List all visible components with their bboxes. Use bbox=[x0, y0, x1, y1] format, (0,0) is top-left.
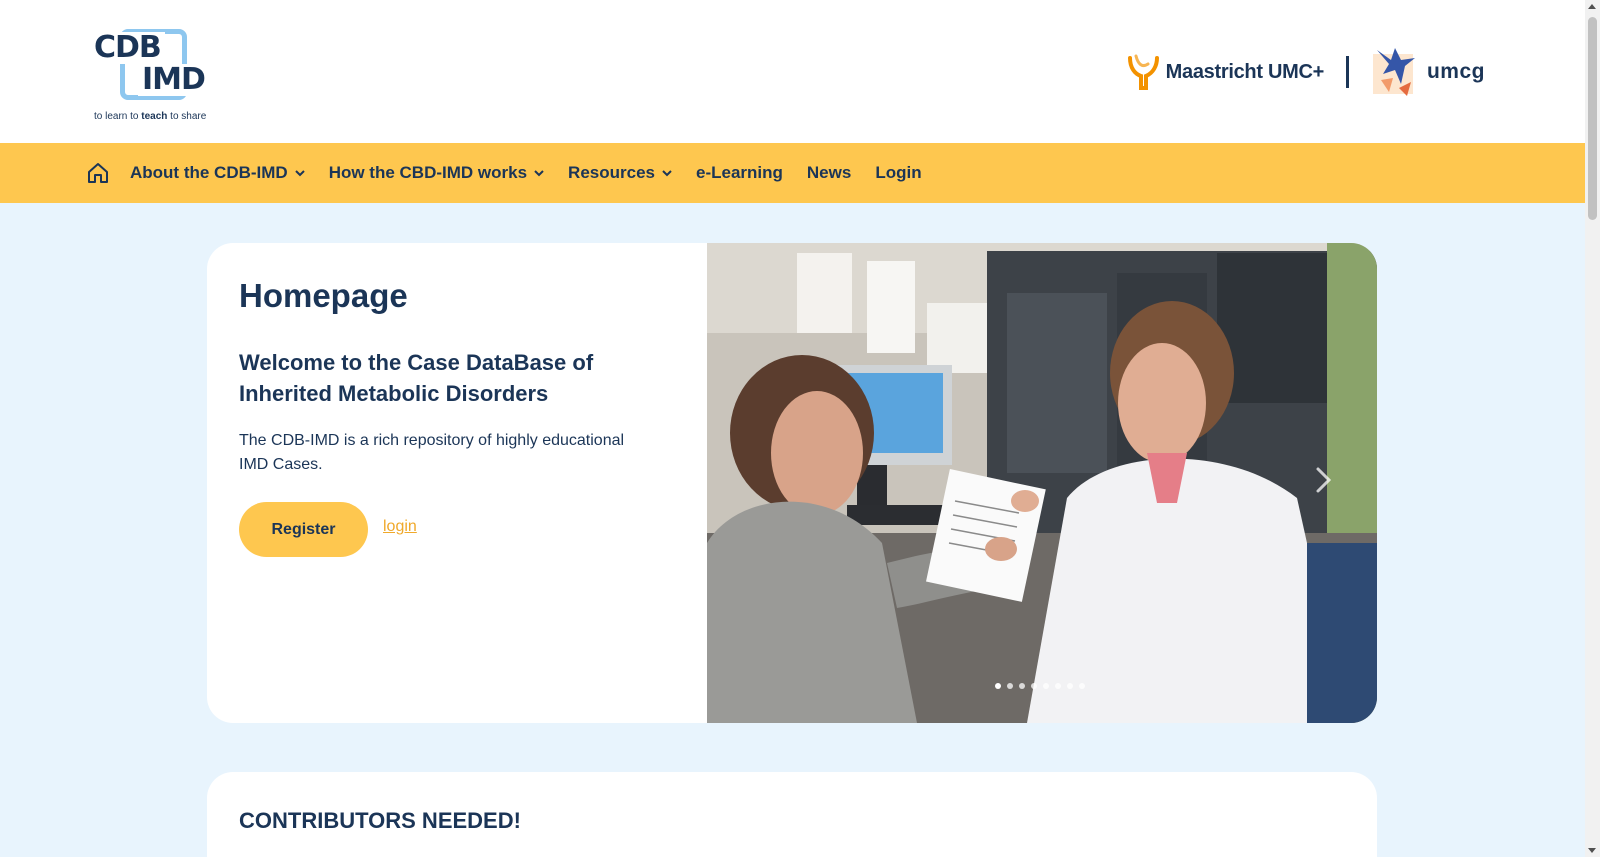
cdb-imd-logo[interactable]: CDB IMD to learn to teach to share bbox=[94, 28, 224, 124]
logo-tagline: to learn to teach to share bbox=[94, 111, 207, 122]
carousel-indicator[interactable] bbox=[1067, 683, 1073, 689]
maastricht-umc-label: Maastricht UMC+ bbox=[1165, 60, 1325, 83]
chevron-right-icon bbox=[1316, 467, 1332, 493]
contributors-heading: CONTRIBUTORS NEEDED! bbox=[239, 808, 521, 833]
login-link[interactable]: login bbox=[383, 518, 417, 536]
carousel-next-button[interactable] bbox=[1311, 465, 1335, 495]
chevron-down-icon bbox=[662, 168, 672, 178]
scroll-up-arrow-icon[interactable] bbox=[1588, 4, 1596, 9]
umcg-label: umcg bbox=[1426, 60, 1485, 83]
nav-how-it-works[interactable]: How the CBD-IMD works bbox=[329, 163, 544, 183]
image-carousel[interactable] bbox=[707, 243, 1377, 723]
home-icon bbox=[88, 163, 108, 183]
hero-description: The CDB-IMD is a rich repository of high… bbox=[239, 432, 625, 473]
scroll-down-arrow-icon[interactable] bbox=[1588, 848, 1596, 853]
carousel-indicator[interactable] bbox=[1055, 683, 1061, 689]
carousel-indicator[interactable] bbox=[1043, 683, 1049, 689]
page-title: Homepage bbox=[239, 277, 408, 314]
nav-news[interactable]: News bbox=[807, 163, 851, 183]
main-navigation: About the CDB-IMD How the CBD-IMD works … bbox=[0, 143, 1585, 203]
chevron-down-icon bbox=[534, 168, 544, 178]
carousel-photo bbox=[707, 243, 1377, 723]
carousel-indicator[interactable] bbox=[1007, 683, 1013, 689]
logo-text-imd: IMD bbox=[138, 64, 206, 96]
carousel-indicator[interactable] bbox=[1031, 683, 1037, 689]
partner-divider bbox=[1345, 56, 1349, 88]
carousel-indicator[interactable] bbox=[1079, 683, 1085, 689]
register-button[interactable]: Register bbox=[239, 502, 368, 557]
chevron-down-icon bbox=[294, 168, 305, 178]
carousel-indicator[interactable] bbox=[995, 683, 1001, 689]
contributors-card: CONTRIBUTORS NEEDED! bbox=[207, 772, 1377, 857]
nav-resources-label: Resources bbox=[568, 163, 655, 182]
nav-login[interactable]: Login bbox=[875, 163, 921, 183]
carousel-indicator[interactable] bbox=[1019, 683, 1025, 689]
umcg-icon bbox=[1372, 48, 1415, 96]
nav-resources[interactable]: Resources bbox=[568, 163, 672, 183]
hero-subtitle: Welcome to the Case DataBase of Inherite… bbox=[239, 350, 594, 406]
scrollbar-thumb[interactable] bbox=[1588, 17, 1597, 220]
page-scrollbar[interactable] bbox=[1585, 0, 1600, 857]
site-header: CDB IMD to learn to teach to share Maast… bbox=[0, 0, 1585, 143]
nav-elearning[interactable]: e-Learning bbox=[696, 163, 783, 183]
hero-card: Homepage Welcome to the Case DataBase of… bbox=[207, 243, 1377, 723]
home-button[interactable] bbox=[86, 161, 110, 185]
partner-logos: Maastricht UMC+ umcg bbox=[1126, 44, 1485, 100]
logo-text-cdb: CDB bbox=[94, 32, 165, 64]
nav-how-it-works-label: How the CBD-IMD works bbox=[328, 163, 528, 182]
carousel-indicators bbox=[995, 683, 1085, 689]
nav-about[interactable]: About the CDB-IMD bbox=[130, 163, 305, 183]
nav-about-label: About the CDB-IMD bbox=[130, 163, 288, 182]
maastricht-umc-icon bbox=[1127, 54, 1159, 90]
